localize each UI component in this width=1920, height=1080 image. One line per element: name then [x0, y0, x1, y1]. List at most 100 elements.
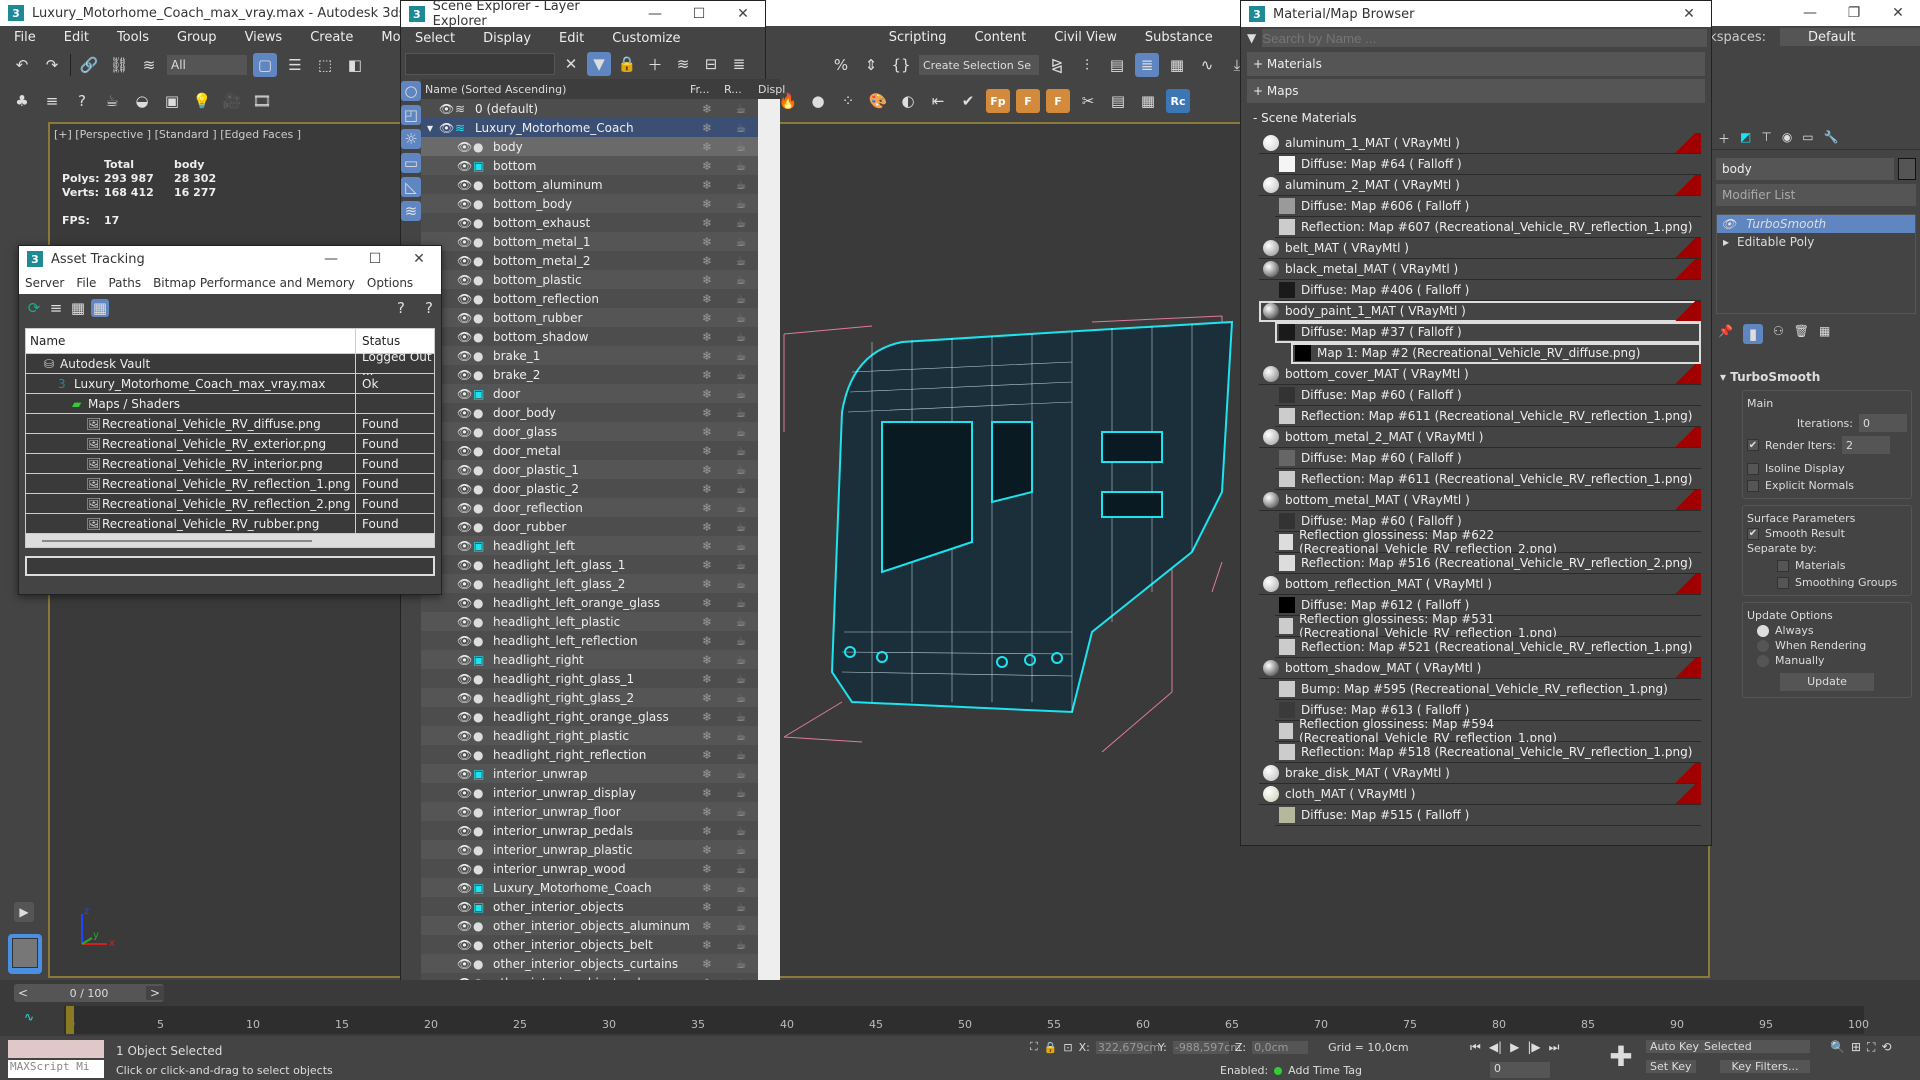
visibility-eye-icon[interactable]: 👁	[457, 843, 473, 857]
display-cell[interactable]	[758, 175, 780, 194]
manually-radio[interactable]	[1757, 654, 1769, 667]
table-view-icon[interactable]: ▦	[91, 299, 109, 317]
renderable-teapot-icon[interactable]: ☕	[724, 425, 758, 439]
path-field[interactable]	[25, 556, 435, 576]
renderable-teapot-icon[interactable]: ☕	[724, 216, 758, 230]
se-menu-display[interactable]: Display	[469, 31, 545, 46]
show-end-result-icon[interactable]: ▮	[1742, 324, 1763, 344]
se-menu-edit[interactable]: Edit	[545, 31, 598, 46]
create-tab-icon[interactable]: ＋	[1718, 130, 1730, 149]
display-cell[interactable]	[758, 650, 780, 669]
display-cell[interactable]	[758, 479, 780, 498]
maxscript-listener-output[interactable]	[8, 1040, 104, 1058]
scene-tree-row[interactable]: 👁 ● other_interior_objects_belt ❄ ☕	[421, 935, 780, 954]
freeze-icon[interactable]: ❄	[690, 368, 724, 382]
explicit-normals-checkbox[interactable]	[1747, 479, 1759, 492]
scene-tree-row[interactable]: 👁 ● bottom_reflection ❄ ☕	[421, 289, 780, 308]
display-tab-icon[interactable]: ▭	[1802, 130, 1813, 149]
menu-item[interactable]: Edit	[50, 30, 103, 45]
visibility-eye-icon[interactable]: 👁	[457, 330, 473, 344]
col-display-header[interactable]: Displ	[758, 83, 785, 96]
scene-tree-row[interactable]: 👁 ● interior_unwrap_pedals ❄ ☕	[421, 821, 780, 840]
freeze-icon[interactable]: ❄	[690, 558, 724, 572]
scene-tree-row[interactable]: 👁 ● headlight_left_reflection ❄ ☕	[421, 631, 780, 650]
renderable-teapot-icon[interactable]: ☕	[724, 121, 758, 135]
add-layer-icon[interactable]: ＋	[643, 52, 667, 76]
freeze-icon[interactable]: ❄	[690, 406, 724, 420]
freeze-icon[interactable]: ❄	[690, 900, 724, 914]
render-iters-spinner[interactable]: 2	[1841, 436, 1890, 454]
scene-tree-row[interactable]: ▾ 👁 ≋ Luxury_Motorhome_Coach ❄ ☕	[421, 118, 780, 137]
map-row[interactable]: Reflection glossiness: Map #594 (Recreat…	[1275, 717, 1701, 745]
map-row[interactable]: Diffuse: Map #515 ( Falloff )	[1275, 805, 1701, 826]
material-row[interactable]: bottom_metal_2_MAT ( VRayMtl )	[1259, 427, 1701, 448]
set-key-big-icon[interactable]: ✚	[1604, 1040, 1638, 1074]
modifier-list-dropdown[interactable]: Modifier List	[1716, 184, 1916, 206]
freeze-icon[interactable]: ❄	[690, 292, 724, 306]
spinner-snap-icon[interactable]: ⇕	[859, 53, 883, 77]
scene-tree-row[interactable]: 👁 ● interior_unwrap_display ❄ ☕	[421, 783, 780, 802]
display-cell[interactable]	[758, 194, 780, 213]
expand-arrow-icon[interactable]: ▾	[427, 121, 439, 135]
map-row[interactable]: Reflection: Map #518 (Recreational_Vehic…	[1275, 742, 1701, 763]
helpers-filter-icon[interactable]: ◺	[401, 177, 421, 197]
display-cell[interactable]	[758, 669, 780, 688]
scene-tree-row[interactable]: 👁 ≋ 0 (default) ❄ ☕	[421, 99, 780, 118]
scene-tree-row[interactable]: 👁 ● bottom_aluminum ❄ ☕	[421, 175, 780, 194]
freeze-icon[interactable]: ❄	[690, 653, 724, 667]
when-rendering-radio[interactable]	[1757, 639, 1769, 652]
visibility-eye-icon[interactable]: 👁	[457, 653, 473, 667]
visibility-eye-icon[interactable]: 👁	[457, 235, 473, 249]
display-cell[interactable]	[758, 764, 780, 783]
display-cell[interactable]	[758, 954, 780, 973]
visibility-eye-icon[interactable]: 👁	[439, 121, 455, 135]
renderable-teapot-icon[interactable]: ☕	[724, 463, 758, 477]
material-assign-icon[interactable]: ◐	[896, 89, 920, 113]
display-cell[interactable]	[758, 593, 780, 612]
visibility-eye-icon[interactable]: 👁	[457, 140, 473, 154]
col-name-header[interactable]: Name (Sorted Ascending)	[421, 83, 690, 96]
scene-tree-row[interactable]: 👁 ● other_interior_objects_aluminum ❄ ☕	[421, 916, 780, 935]
next-key-icon[interactable]: |▶	[1527, 1040, 1540, 1055]
scene-tree-row[interactable]: 👁 ▣ other_interior_objects ❄ ☕	[421, 897, 780, 916]
fset-icon[interactable]: F	[1046, 89, 1070, 113]
freeze-icon[interactable]: ❄	[690, 862, 724, 876]
viewport-label[interactable]: [+] [Perspective ] [Standard ] [Edged Fa…	[54, 128, 301, 141]
scene-tree-row[interactable]: 👁 ● headlight_right_orange_glass ❄ ☕	[421, 707, 780, 726]
visibility-eye-icon[interactable]: 👁	[1721, 217, 1736, 231]
display-cell[interactable]	[758, 384, 780, 403]
freeze-icon[interactable]: ❄	[690, 710, 724, 724]
freeze-icon[interactable]: ❄	[690, 805, 724, 819]
search-options-icon[interactable]: ▼	[1247, 31, 1256, 45]
z-coordinate-field[interactable]: 0,0cm	[1252, 1040, 1309, 1054]
pin-stack-icon[interactable]: 📌	[1718, 324, 1733, 344]
material-sphere-icon[interactable]: ●	[806, 89, 830, 113]
renderable-teapot-icon[interactable]: ☕	[724, 539, 758, 553]
iterations-spinner[interactable]: 0	[1859, 414, 1907, 432]
display-cell[interactable]	[758, 783, 780, 802]
display-cell[interactable]	[758, 327, 780, 346]
material-row[interactable]: aluminum_2_MAT ( VRayMtl )	[1259, 175, 1701, 196]
scene-tree-row[interactable]: 👁 ● body ❄ ☕	[421, 137, 780, 156]
display-cell[interactable]	[758, 517, 780, 536]
freeze-icon[interactable]: ❄	[690, 102, 724, 116]
material-row[interactable]: bottom_shadow_MAT ( VRayMtl )	[1259, 658, 1701, 679]
freeze-icon[interactable]: ❄	[690, 216, 724, 230]
renderable-teapot-icon[interactable]: ☕	[724, 786, 758, 800]
display-cell[interactable]	[758, 156, 780, 175]
go-to-start-icon[interactable]: ⏮	[1470, 1040, 1481, 1055]
display-cell[interactable]	[758, 251, 780, 270]
scene-tree-row[interactable]: 👁 ● door_metal ❄ ☕	[421, 441, 780, 460]
visibility-eye-icon[interactable]: 👁	[457, 444, 473, 458]
flod-icon[interactable]: F	[1016, 89, 1040, 113]
renderable-teapot-icon[interactable]: ☕	[724, 501, 758, 515]
menu-item[interactable]: Views	[231, 30, 297, 45]
mirror-icon[interactable]: ⧎	[1045, 53, 1069, 77]
lock-icon[interactable]: 🔒	[615, 52, 639, 76]
maxscript-mini-listener[interactable]: MAXScript Mi	[8, 1060, 104, 1078]
display-cell[interactable]	[758, 137, 780, 156]
transfer-icon[interactable]: ⇤	[926, 89, 950, 113]
redo-icon[interactable]: ↷	[40, 53, 64, 77]
visibility-eye-icon[interactable]: 👁	[457, 178, 473, 192]
renderable-teapot-icon[interactable]: ☕	[724, 444, 758, 458]
